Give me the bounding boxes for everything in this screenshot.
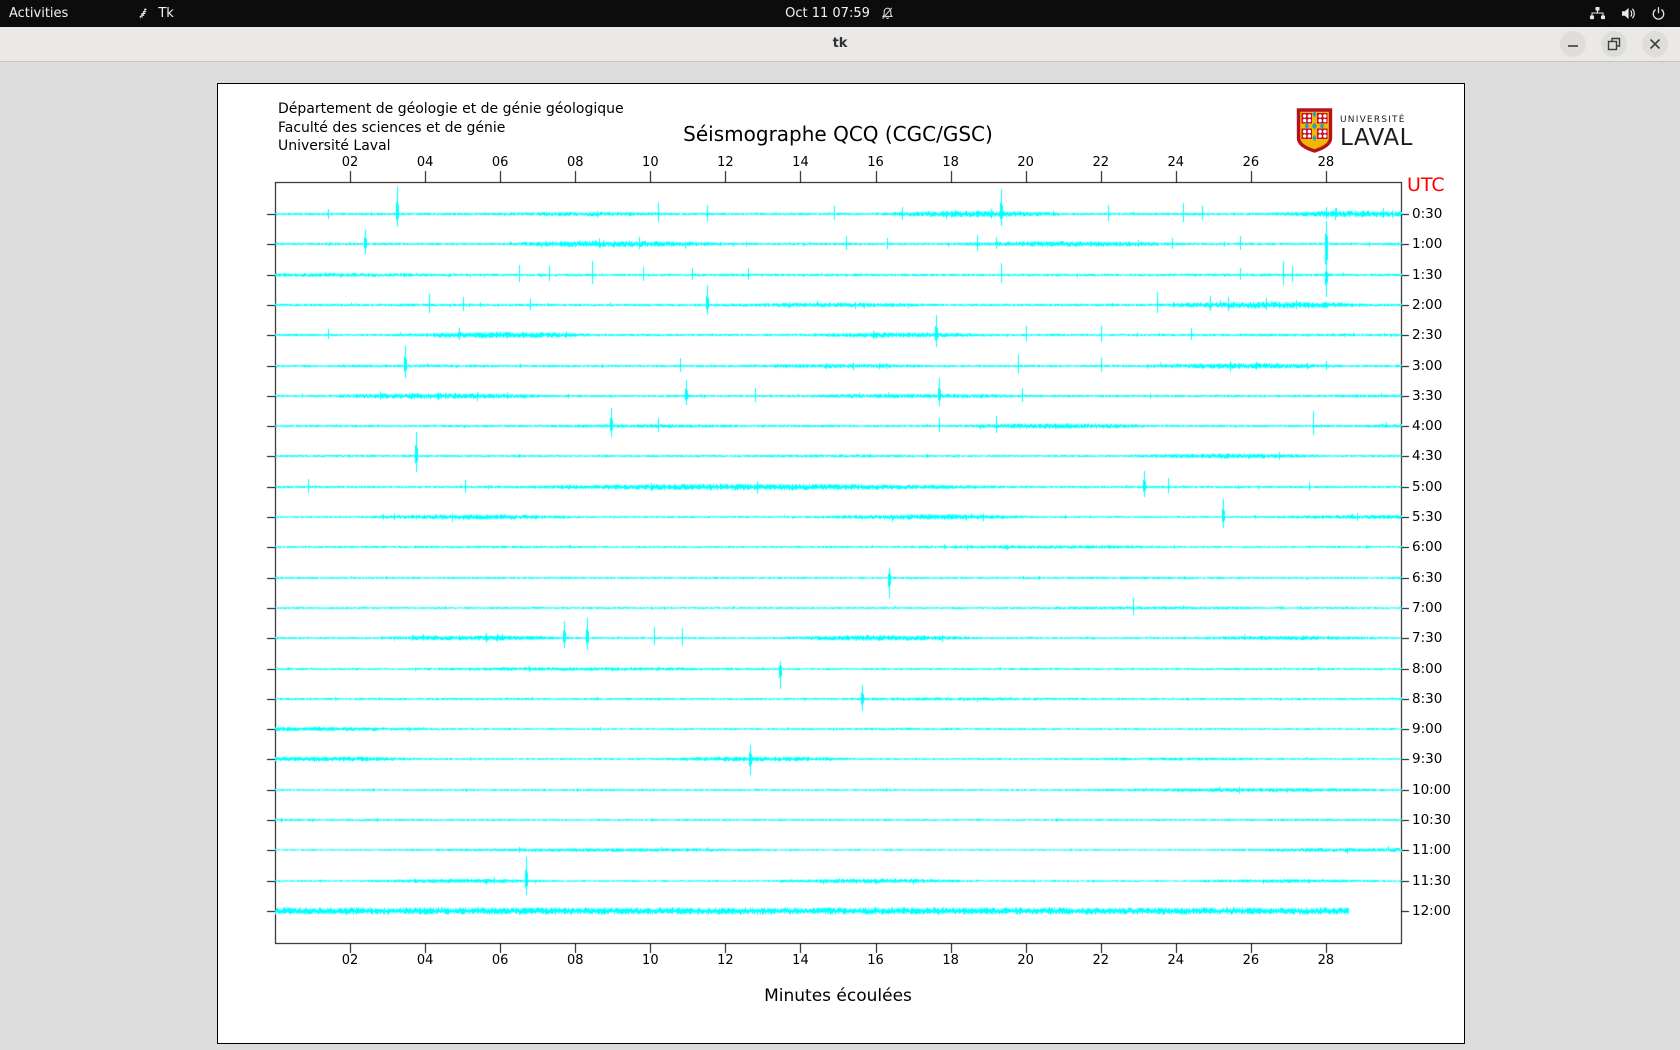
y-axis-time-label: 9:00 bbox=[1412, 721, 1443, 737]
y-axis-time-label: 10:00 bbox=[1412, 782, 1451, 798]
x-axis-tick-label-bottom: 10 bbox=[642, 953, 659, 968]
x-axis-tick-label-bottom: 18 bbox=[942, 953, 959, 968]
x-axis-tick-label-bottom: 26 bbox=[1242, 953, 1260, 968]
y-axis-time-label: 7:30 bbox=[1412, 630, 1443, 646]
desktop: Activities Tk Oct 11 07:59 bbox=[0, 0, 1680, 1050]
x-axis-tick-label-bottom: 20 bbox=[1017, 953, 1034, 968]
x-axis-tick-label-top: 20 bbox=[1017, 155, 1034, 170]
x-axis-tick-label-top: 12 bbox=[717, 155, 734, 170]
y-axis-time-label: 10:30 bbox=[1412, 812, 1451, 828]
x-axis-tick-label-bottom: 16 bbox=[867, 953, 884, 968]
y-axis-time-label: 4:30 bbox=[1412, 448, 1443, 464]
y-axis-time-label: 3:00 bbox=[1412, 358, 1443, 374]
y-axis-time-label: 8:00 bbox=[1412, 661, 1443, 677]
x-axis-tick-label-bottom: 04 bbox=[416, 953, 434, 968]
y-axis-time-label: 1:30 bbox=[1412, 267, 1443, 283]
y-axis-time-label: 5:30 bbox=[1412, 509, 1443, 525]
x-axis-tick-label-top: 10 bbox=[642, 155, 659, 170]
y-axis-time-label: 2:30 bbox=[1412, 327, 1443, 343]
x-axis-tick-label-bottom: 28 bbox=[1317, 953, 1335, 968]
seismogram-traces bbox=[0, 0, 1680, 1050]
y-axis-time-label: 0:30 bbox=[1412, 206, 1443, 222]
x-axis-tick-label-bottom: 08 bbox=[566, 953, 584, 968]
x-axis-tick-label-bottom: 12 bbox=[717, 953, 734, 968]
x-axis-tick-label-top: 14 bbox=[792, 155, 809, 170]
y-axis-time-label: 8:30 bbox=[1412, 691, 1443, 707]
x-axis-tick-label-bottom: 24 bbox=[1167, 953, 1185, 968]
y-axis-time-label: 9:30 bbox=[1412, 751, 1443, 767]
x-axis-tick-label-top: 24 bbox=[1167, 155, 1185, 170]
y-axis-time-label: 11:00 bbox=[1412, 842, 1451, 858]
x-axis-tick-label-top: 04 bbox=[416, 155, 434, 170]
x-axis-tick-label-top: 18 bbox=[942, 155, 959, 170]
y-axis-time-label: 4:00 bbox=[1412, 418, 1443, 434]
y-axis-time-label: 6:00 bbox=[1412, 539, 1443, 555]
x-axis-tick-label-top: 16 bbox=[867, 155, 884, 170]
x-axis-tick-label-bottom: 02 bbox=[341, 953, 359, 968]
x-axis-tick-label-top: 22 bbox=[1092, 155, 1109, 170]
y-axis-time-label: 2:00 bbox=[1412, 297, 1443, 313]
y-axis-time-label: 6:30 bbox=[1412, 570, 1443, 586]
y-axis-time-label: 1:00 bbox=[1412, 236, 1443, 252]
x-axis-tick-label-top: 26 bbox=[1242, 155, 1260, 170]
y-axis-time-label: 7:00 bbox=[1412, 600, 1443, 616]
y-axis-time-label: 11:30 bbox=[1412, 873, 1451, 889]
x-axis-tick-label-top: 08 bbox=[566, 155, 584, 170]
x-axis-tick-label-bottom: 06 bbox=[491, 953, 509, 968]
x-axis-tick-label-bottom: 14 bbox=[792, 953, 809, 968]
x-axis-tick-label-bottom: 22 bbox=[1092, 953, 1109, 968]
x-axis-tick-label-top: 28 bbox=[1317, 155, 1335, 170]
y-axis-time-label: 12:00 bbox=[1412, 903, 1451, 919]
y-axis-time-label: 5:00 bbox=[1412, 479, 1443, 495]
y-axis-time-label: 3:30 bbox=[1412, 388, 1443, 404]
x-axis-tick-label-top: 02 bbox=[341, 155, 359, 170]
x-axis-tick-label-top: 06 bbox=[491, 155, 509, 170]
